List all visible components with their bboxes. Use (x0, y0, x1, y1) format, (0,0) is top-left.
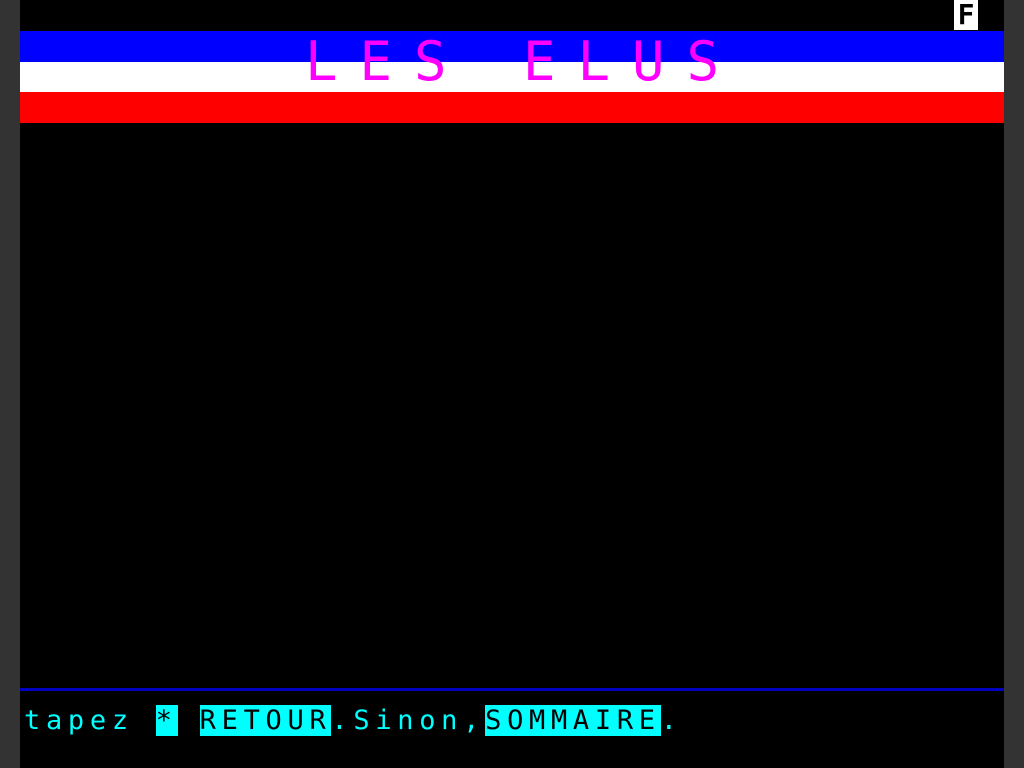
page-title: LES ELUS (304, 30, 742, 93)
flag-stripe-red (20, 92, 1004, 123)
footer-divider (20, 688, 1004, 691)
sommaire-key[interactable]: SOMMAIRE (485, 705, 661, 736)
minitel-screen: F LES ELUS tapez * RETOUR.Sinon,SOMMAIRE… (20, 0, 1004, 768)
tricolor-banner: LES ELUS (20, 31, 1004, 123)
star-key[interactable]: * (155, 705, 178, 736)
retour-key[interactable]: RETOUR (199, 705, 332, 736)
footer-suffix: . (660, 705, 683, 736)
footer-middle: .Sinon, (331, 705, 486, 736)
footer-instructions: tapez * RETOUR.Sinon,SOMMAIRE. (24, 704, 683, 738)
footer-prefix: tapez (24, 705, 156, 736)
footer-gap (178, 705, 200, 736)
status-indicator-f: F (954, 0, 978, 30)
